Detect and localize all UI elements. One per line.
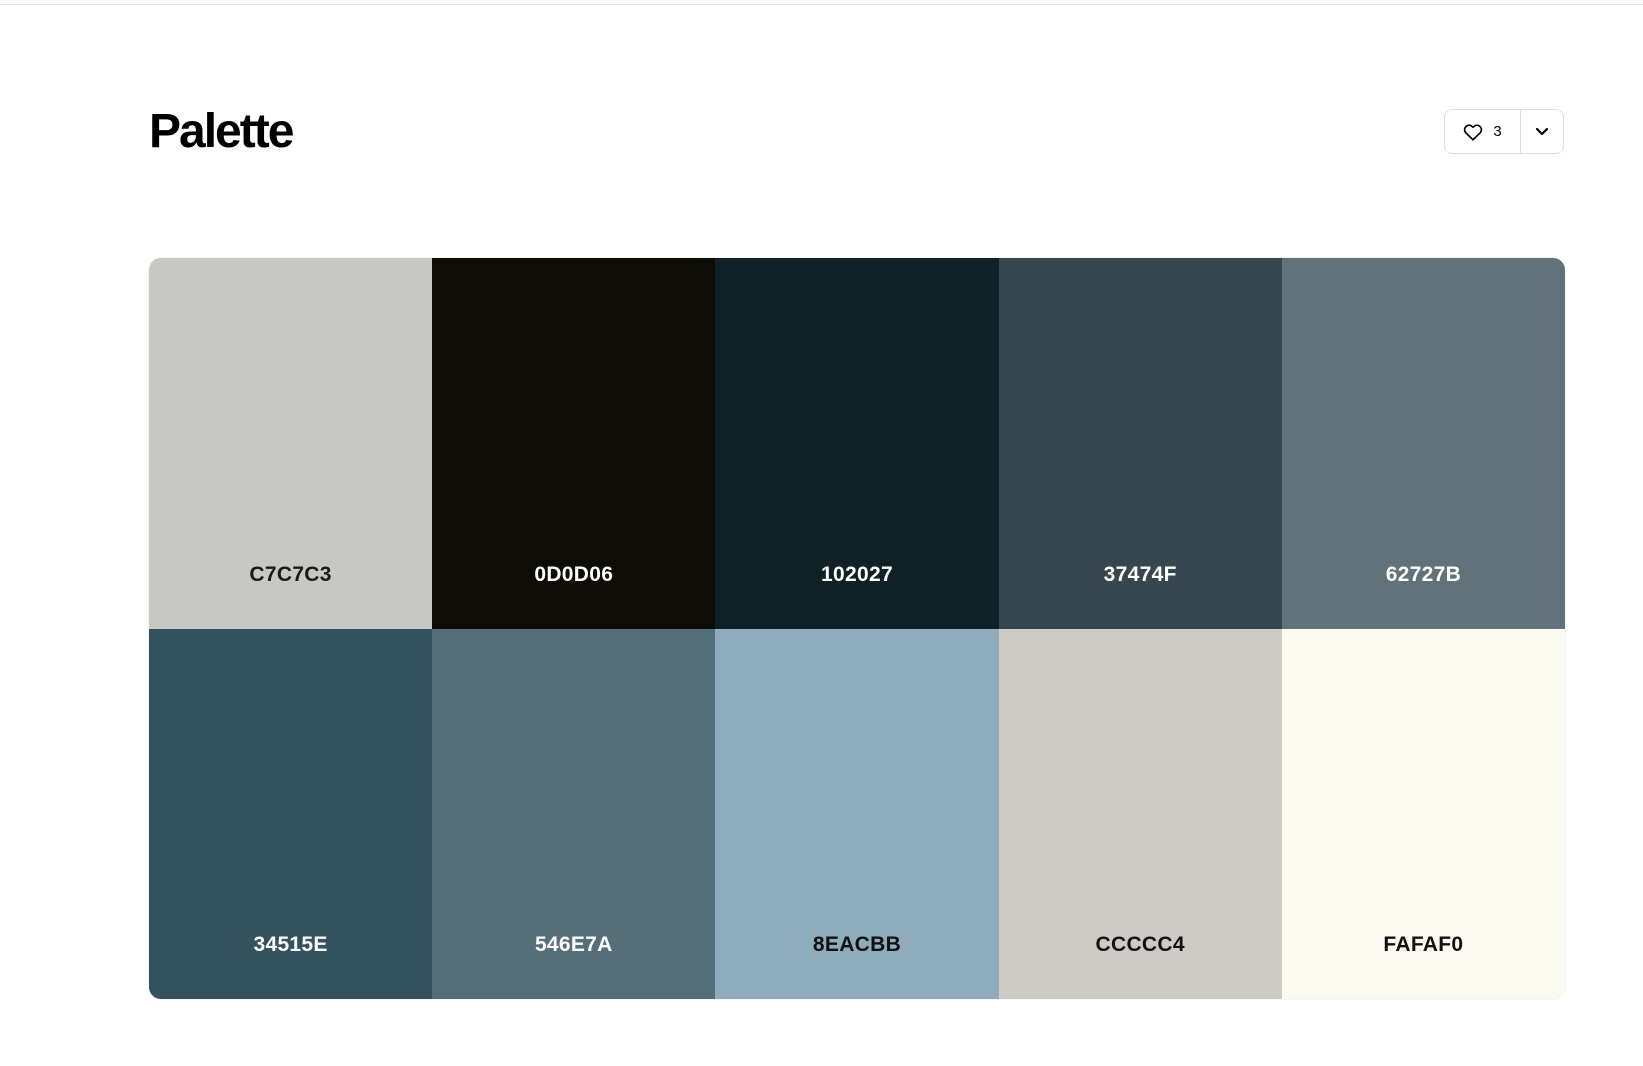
- swatch-hex-code: 37474F: [1103, 562, 1177, 586]
- color-swatch[interactable]: 37474F: [998, 258, 1282, 629]
- swatch-hex-code: 8EACBB: [812, 933, 902, 956]
- color-swatch[interactable]: C7C7C3: [149, 258, 433, 629]
- color-swatch[interactable]: FAFAF0: [1281, 628, 1565, 999]
- chevron-down-icon: [1535, 127, 1549, 136]
- color-swatch[interactable]: 62727B: [1281, 258, 1565, 629]
- more-options-button[interactable]: [1521, 110, 1563, 153]
- color-swatch[interactable]: 8EACBB: [715, 628, 999, 999]
- swatch-hex-code: FAFAF0: [1383, 933, 1464, 956]
- swatch-hex-code: 102027: [821, 562, 893, 586]
- swatch-hex-code: 0D0D06: [534, 562, 614, 586]
- color-palette-grid: C7C7C3 0D0D06 102027 37474F 62727B 34515E 546E…: [149, 258, 1565, 999]
- swatch-hex-code: 34515E: [253, 933, 328, 956]
- swatch-hex-code: C7C7C3: [249, 562, 332, 586]
- color-swatch[interactable]: 546E7A: [432, 628, 716, 999]
- top-divider: [0, 4, 1643, 5]
- like-count: 3: [1493, 123, 1502, 140]
- color-swatch[interactable]: CCCCC4: [998, 628, 1282, 999]
- color-swatch[interactable]: 102027: [715, 258, 999, 629]
- page-title: Palette: [149, 105, 294, 158]
- heart-icon: [1463, 123, 1483, 141]
- color-swatch[interactable]: 0D0D06: [432, 258, 716, 629]
- palette-actions: 3: [1444, 109, 1564, 154]
- swatch-hex-code: 62727B: [1385, 562, 1462, 586]
- color-swatch[interactable]: 34515E: [149, 628, 433, 999]
- swatch-hex-code: 546E7A: [534, 933, 613, 956]
- swatch-hex-code: CCCCC4: [1095, 933, 1185, 956]
- like-button[interactable]: 3: [1445, 110, 1521, 153]
